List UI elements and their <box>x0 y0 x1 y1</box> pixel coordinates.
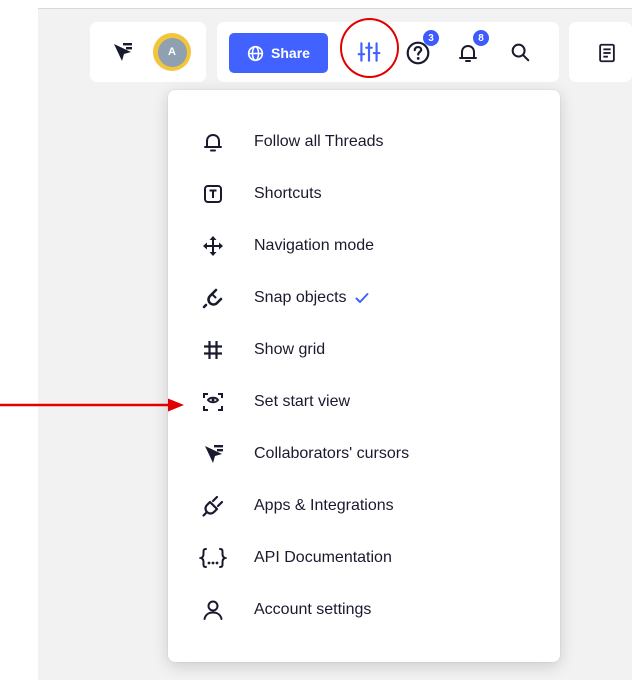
user-icon <box>199 596 227 624</box>
checkmark-icon <box>355 293 369 303</box>
menu-item-label: Account settings <box>254 601 372 618</box>
avatar-initial: A <box>157 37 187 67</box>
menu-item-label-wrap: Snap objects <box>254 289 369 307</box>
menu-item-snap-objects[interactable]: Snap objects <box>168 273 560 323</box>
settings-menu: Follow all Threads Shortcuts Navigation … <box>168 90 560 662</box>
notes-icon[interactable] <box>592 38 622 68</box>
help-badge: 3 <box>423 30 439 46</box>
avatar[interactable]: A <box>153 33 191 71</box>
share-button[interactable]: Share <box>229 33 328 73</box>
globe-icon <box>247 45 264 61</box>
menu-item-label: Snap objects <box>254 289 347 306</box>
menu-item-shortcuts[interactable]: Shortcuts <box>168 169 560 219</box>
collaborator-cursor-icon <box>199 440 227 468</box>
plug-icon <box>199 492 227 520</box>
magnet-icon <box>199 284 227 312</box>
menu-item-label: Set start view <box>254 393 351 410</box>
menu-item-label: Show grid <box>254 341 326 358</box>
cursor-filter-icon[interactable] <box>108 38 136 66</box>
bell-icon <box>199 128 227 156</box>
menu-item-label: Shortcuts <box>254 185 322 202</box>
annotation-arrow <box>0 398 184 412</box>
menu-item-api-documentation[interactable]: API Documentation <box>168 533 560 583</box>
search-icon[interactable] <box>505 37 535 67</box>
move-arrows-icon <box>199 232 227 260</box>
menu-item-show-grid[interactable]: Show grid <box>168 325 560 375</box>
menu-item-account-settings[interactable]: Account settings <box>168 585 560 635</box>
braces-icon <box>199 544 227 572</box>
menu-item-follow-threads[interactable]: Follow all Threads <box>168 117 560 167</box>
grid-icon <box>199 336 227 364</box>
menu-item-set-start-view[interactable]: Set start view <box>168 377 560 427</box>
menu-item-collaborators-cursors[interactable]: Collaborators' cursors <box>168 429 560 479</box>
share-label: Share <box>271 45 310 61</box>
notifications-badge: 8 <box>473 30 489 46</box>
top-divider <box>38 8 632 9</box>
menu-item-label: Follow all Threads <box>254 133 384 150</box>
settings-sliders-icon[interactable] <box>351 34 387 70</box>
start-view-icon <box>199 388 227 416</box>
menu-item-label: Navigation mode <box>254 237 375 254</box>
menu-item-label: Collaborators' cursors <box>254 445 410 462</box>
menu-item-label: Apps & Integrations <box>254 497 394 514</box>
menu-item-label: API Documentation <box>254 549 392 566</box>
menu-item-navigation-mode[interactable]: Navigation mode <box>168 221 560 271</box>
menu-item-apps-integrations[interactable]: Apps & Integrations <box>168 481 560 531</box>
shortcuts-icon <box>199 180 227 208</box>
